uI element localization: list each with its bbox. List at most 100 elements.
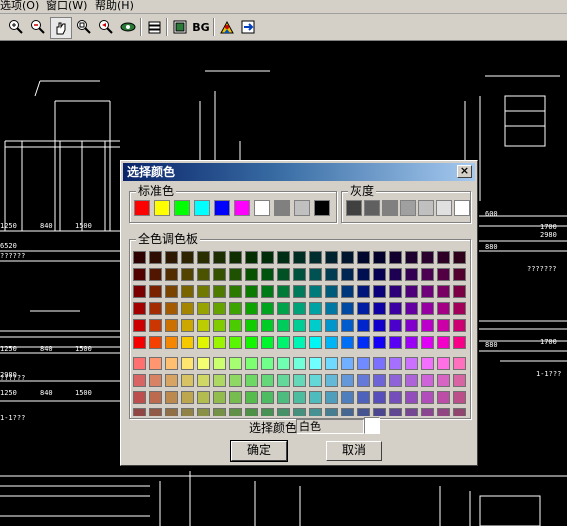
palette-cell[interactable] <box>309 374 322 387</box>
zoom-in-icon[interactable] <box>6 17 26 37</box>
palette-cell[interactable] <box>389 251 402 264</box>
palette-cell[interactable] <box>165 302 178 315</box>
palette-cell[interactable] <box>437 285 450 298</box>
palette-cell[interactable] <box>357 336 370 349</box>
palette-cell[interactable] <box>133 285 146 298</box>
palette-cell[interactable] <box>149 302 162 315</box>
palette-cell[interactable] <box>165 391 178 404</box>
palette-cell[interactable] <box>165 251 178 264</box>
palette-cell[interactable] <box>325 285 338 298</box>
palette-cell[interactable] <box>405 357 418 370</box>
palette-cell[interactable] <box>197 285 210 298</box>
pan-hand-icon[interactable] <box>50 17 72 39</box>
palette-cell[interactable] <box>277 319 290 332</box>
palette-cell[interactable] <box>341 391 354 404</box>
palette-cell[interactable] <box>389 408 402 416</box>
palette-cell[interactable] <box>277 357 290 370</box>
palette-cell[interactable] <box>437 251 450 264</box>
palette-cell[interactable] <box>229 302 242 315</box>
palette-cell[interactable] <box>213 374 226 387</box>
palette-cell[interactable] <box>357 374 370 387</box>
zoom-previous-icon[interactable] <box>96 17 116 37</box>
palette-cell[interactable] <box>213 285 226 298</box>
palette-cell[interactable] <box>293 336 306 349</box>
palette-cell[interactable] <box>229 319 242 332</box>
palette-cell[interactable] <box>133 374 146 387</box>
standard-color-swatch[interactable] <box>174 200 190 216</box>
palette-cell[interactable] <box>389 357 402 370</box>
standard-color-swatch[interactable] <box>234 200 250 216</box>
palette-cell[interactable] <box>149 374 162 387</box>
background-icon[interactable]: BG <box>190 17 212 37</box>
palette-cell[interactable] <box>229 391 242 404</box>
palette-cell[interactable] <box>133 336 146 349</box>
palette-cell[interactable] <box>357 391 370 404</box>
palette-cell[interactable] <box>357 285 370 298</box>
palette-cell[interactable] <box>149 357 162 370</box>
palette-cell[interactable] <box>389 302 402 315</box>
palette-cell[interactable] <box>165 336 178 349</box>
palette-cell[interactable] <box>325 319 338 332</box>
palette-cell[interactable] <box>405 319 418 332</box>
gray-color-swatch[interactable] <box>346 200 362 216</box>
palette-cell[interactable] <box>261 319 274 332</box>
palette-cell[interactable] <box>277 302 290 315</box>
palette-cell[interactable] <box>357 302 370 315</box>
gray-color-swatch[interactable] <box>454 200 470 216</box>
palette-cell[interactable] <box>197 302 210 315</box>
palette-cell[interactable] <box>421 302 434 315</box>
palette-cell[interactable] <box>453 357 466 370</box>
palette-cell[interactable] <box>325 268 338 281</box>
gray-color-swatch[interactable] <box>382 200 398 216</box>
palette-cell[interactable] <box>213 336 226 349</box>
palette-cell[interactable] <box>309 391 322 404</box>
dialog-titlebar[interactable]: 选择颜色 × <box>123 163 475 181</box>
palette-cell[interactable] <box>389 374 402 387</box>
palette-cell[interactable] <box>373 408 386 416</box>
palette-cell[interactable] <box>149 251 162 264</box>
palette-cell[interactable] <box>277 374 290 387</box>
palette-cell[interactable] <box>277 336 290 349</box>
palette-cell[interactable] <box>405 251 418 264</box>
palette-cell[interactable] <box>309 336 322 349</box>
palette-cell[interactable] <box>261 251 274 264</box>
palette-cell[interactable] <box>309 285 322 298</box>
palette-cell[interactable] <box>309 408 322 416</box>
palette-cell[interactable] <box>453 319 466 332</box>
palette-cell[interactable] <box>389 336 402 349</box>
palette-cell[interactable] <box>325 391 338 404</box>
palette-cell[interactable] <box>197 319 210 332</box>
palette-cell[interactable] <box>293 357 306 370</box>
palette-cell[interactable] <box>389 285 402 298</box>
palette-cell[interactable] <box>421 251 434 264</box>
palette-cell[interactable] <box>309 268 322 281</box>
palette-cell[interactable] <box>437 357 450 370</box>
palette-cell[interactable] <box>165 374 178 387</box>
palette-cell[interactable] <box>165 268 178 281</box>
palette-cell[interactable] <box>341 251 354 264</box>
standard-color-swatch[interactable] <box>214 200 230 216</box>
palette-cell[interactable] <box>325 357 338 370</box>
palette-cell[interactable] <box>165 319 178 332</box>
palette-cell[interactable] <box>357 268 370 281</box>
standard-color-swatch[interactable] <box>194 200 210 216</box>
palette-cell[interactable] <box>453 285 466 298</box>
palette-cell[interactable] <box>197 336 210 349</box>
palette-cell[interactable] <box>373 251 386 264</box>
palette-cell[interactable] <box>373 319 386 332</box>
palette-cell[interactable] <box>277 268 290 281</box>
palette-cell[interactable] <box>309 251 322 264</box>
palette-cell[interactable] <box>341 268 354 281</box>
palette-cell[interactable] <box>453 391 466 404</box>
palette-cell[interactable] <box>133 268 146 281</box>
palette-cell[interactable] <box>405 285 418 298</box>
palette-cell[interactable] <box>261 374 274 387</box>
zoom-out-icon[interactable] <box>28 17 48 37</box>
palette-cell[interactable] <box>261 268 274 281</box>
palette-cell[interactable] <box>181 357 194 370</box>
palette-cell[interactable] <box>181 336 194 349</box>
palette-cell[interactable] <box>245 302 258 315</box>
palette-cell[interactable] <box>357 408 370 416</box>
user-icon[interactable] <box>217 17 237 37</box>
palette-cell[interactable] <box>277 391 290 404</box>
